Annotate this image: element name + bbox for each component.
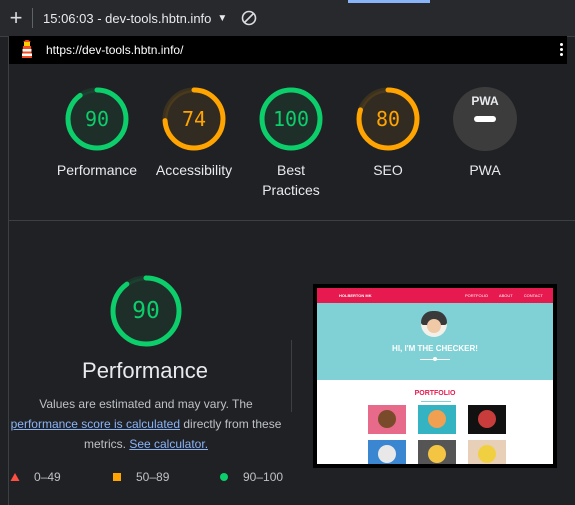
page-url[interactable]: https://dev-tools.hbtn.info/	[46, 43, 183, 57]
best-practices-score: 100	[272, 107, 310, 131]
description-text-1: Values are estimated and may vary. The	[39, 397, 253, 411]
pwa-badge-label: PWA	[471, 94, 499, 108]
legend-fail: 0–49	[10, 470, 61, 484]
thumb-section-title: PORTFOLIO	[414, 390, 456, 397]
performance-title: Performance	[82, 358, 208, 383]
thumb-portfolio-tile	[368, 440, 406, 464]
thumb-portfolio-tile	[368, 405, 406, 434]
thumb-tile-icon	[378, 445, 396, 463]
see-calculator-link[interactable]: See calculator.	[129, 437, 208, 451]
thumb-hero: HI, I'M THE CHECKER!	[317, 303, 553, 380]
circle-icon	[220, 473, 228, 481]
best-practices-gauge[interactable]: 100	[258, 86, 324, 152]
vertical-divider	[291, 340, 292, 412]
performance-label: Performance	[56, 162, 138, 178]
legend-pass-range: 90–100	[243, 470, 284, 484]
report-label: 15:06:03 - dev-tools.hbtn.info	[43, 10, 212, 26]
best-practices-label: Best Practices	[262, 162, 320, 198]
caret-down-icon: ▼	[217, 12, 228, 24]
seo-label: SEO	[373, 162, 403, 178]
score-calculated-link[interactable]: performance score is calculated	[11, 417, 180, 431]
active-tab-indicator	[348, 0, 430, 3]
performance-score-large: 90	[132, 298, 160, 324]
accessibility-score: 74	[181, 107, 207, 131]
thumb-tile-icon	[478, 410, 496, 428]
legend-average-range: 50–89	[136, 470, 170, 484]
section-divider	[8, 220, 575, 221]
thumb-portfolio-tile	[468, 440, 506, 464]
lighthouse-icon	[18, 39, 36, 60]
thumb-hero-dot	[433, 357, 437, 361]
performance-gauge[interactable]: 90	[64, 86, 130, 152]
accessibility-label: Accessibility	[155, 162, 233, 178]
report-toolbar: + 15:06:03 - dev-tools.hbtn.info ▼	[0, 0, 575, 37]
block-icon[interactable]	[241, 10, 257, 26]
triangle-icon	[10, 473, 20, 481]
avatar-face	[427, 319, 441, 333]
thumb-brand: HOLBERTON MK	[339, 293, 372, 298]
plus-icon[interactable]: +	[0, 0, 32, 36]
thumb-tile-icon	[478, 445, 496, 463]
more-vert-icon[interactable]	[559, 43, 565, 58]
thumb-tile-icon	[378, 410, 396, 428]
thumb-navbar: HOLBERTON MK PORTFOLIO ABOUT CONTACT	[317, 288, 553, 303]
thumb-portfolio-tile	[418, 405, 456, 434]
seo-score: 80	[375, 107, 401, 131]
accessibility-gauge[interactable]: 74	[161, 86, 227, 152]
legend-pass: 90–100	[219, 470, 283, 484]
legend-fail-range: 0–49	[34, 470, 61, 484]
thumb-nav-links: PORTFOLIO ABOUT CONTACT	[465, 293, 543, 298]
square-icon	[113, 473, 121, 481]
thumb-portfolio-tile	[418, 440, 456, 464]
pwa-label: PWA	[469, 162, 501, 178]
final-screenshot[interactable]: HOLBERTON MK PORTFOLIO ABOUT CONTACT HI,…	[313, 284, 557, 468]
report-selector[interactable]: 15:06:03 - dev-tools.hbtn.info ▼	[43, 11, 227, 26]
pwa-dash-icon	[474, 116, 496, 122]
toolbar-divider	[32, 8, 33, 28]
performance-score: 90	[84, 107, 110, 131]
performance-description: Values are estimated and may vary. The p…	[8, 394, 284, 454]
thumb-portfolio-tile	[468, 405, 506, 434]
thumb-section-line	[421, 401, 451, 402]
thumb-tile-icon	[428, 445, 446, 463]
thumb-hero-text: HI, I'M THE CHECKER!	[392, 344, 478, 353]
thumb-tile-icon	[428, 410, 446, 428]
legend-average: 50–89	[112, 470, 169, 484]
pwa-gauge[interactable]: PWA	[452, 86, 518, 152]
performance-gauge-large: 90	[108, 273, 184, 349]
url-bar: https://dev-tools.hbtn.info/	[8, 36, 567, 64]
seo-gauge[interactable]: 80	[355, 86, 421, 152]
